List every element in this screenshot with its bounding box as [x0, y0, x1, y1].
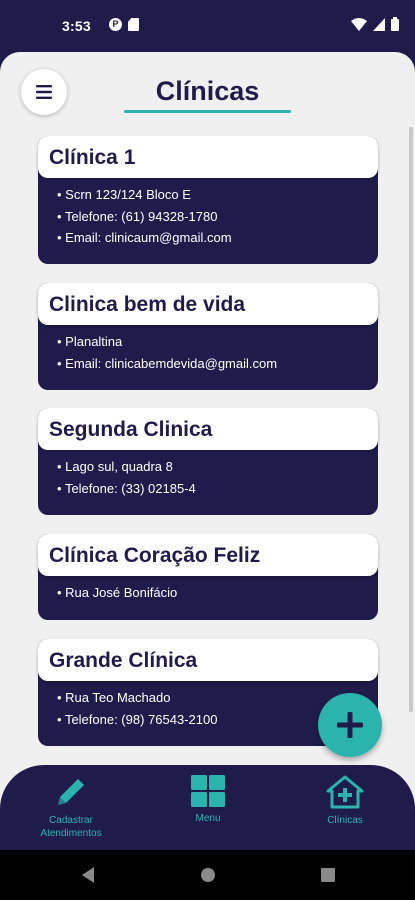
signal-icon	[373, 17, 385, 31]
clinic-name: Grande Clínica	[38, 639, 378, 681]
clinic-name: Clínica 1	[38, 136, 378, 178]
nav-label: Menu	[195, 813, 221, 824]
clinic-phone: Telefone: (61) 94328-1780	[57, 206, 232, 228]
clinic-email: Email: clinicaum@gmail.com	[57, 227, 231, 249]
nav-label: Cadastrar Atendimentos	[40, 815, 102, 839]
system-navigation-bar	[0, 850, 415, 900]
clinic-card[interactable]: Clínica 1 Scrn 123/124 Bloco E Telefone:…	[38, 136, 378, 264]
clinic-address: Rua José Bonifácio	[57, 582, 177, 604]
back-icon[interactable]	[80, 866, 96, 884]
clinic-address: Planaltina	[57, 331, 277, 353]
nav-label: Clínicas	[327, 815, 363, 826]
clinic-address: Lago sul, quadra 8	[57, 456, 196, 478]
clinic-phone: Telefone: (33) 02185-4	[57, 478, 196, 500]
battery-icon	[391, 17, 399, 31]
clinic-name: Segunda Clinica	[38, 408, 378, 450]
clinic-phone: Telefone: (98) 76543-2100	[57, 709, 218, 731]
clinic-email: Email: clinicabemdevida@gmail.com	[57, 353, 277, 375]
title-underline	[124, 110, 291, 113]
nav-menu[interactable]: Menu	[168, 775, 248, 825]
scrollbar[interactable]	[409, 127, 413, 712]
clinic-card[interactable]: Clínica Coração Feliz Rua José Bonifácio	[38, 534, 378, 620]
sd-card-icon	[128, 18, 139, 31]
home-icon[interactable]	[200, 867, 216, 883]
clinic-address: Scrn 123/124 Bloco E	[57, 184, 232, 206]
recents-icon[interactable]	[320, 867, 336, 883]
page-title: Clínicas	[155, 76, 260, 106]
clinic-house-icon	[326, 775, 364, 809]
wifi-icon	[351, 18, 367, 31]
clinic-name: Clínica Coração Feliz	[38, 534, 378, 576]
plus-icon	[337, 712, 363, 738]
notification-icon: P	[109, 18, 122, 31]
clinic-card[interactable]: Segunda Clinica Lago sul, quadra 8 Telef…	[38, 408, 378, 515]
status-bar: 3:53 P	[0, 0, 415, 52]
clinic-address: Rua Teo Machado	[57, 687, 217, 709]
nav-cadastrar-atendimentos[interactable]: Cadastrar Atendimentos	[22, 775, 120, 840]
clinic-card[interactable]: Clinica bem de vida Planaltina Email: cl…	[38, 283, 378, 390]
main-content[interactable]: Clínicas Clínica 1 Scrn 123/124 Bloco E …	[0, 52, 415, 850]
pencil-icon	[58, 779, 84, 805]
clinic-name: Clinica bem de vida	[38, 283, 378, 325]
add-clinic-button[interactable]	[318, 693, 382, 757]
bottom-navigation: Cadastrar Atendimentos Menu Clínicas	[0, 765, 415, 850]
grid-icon	[191, 775, 225, 807]
nav-clinicas[interactable]: Clínicas	[305, 775, 385, 827]
status-time: 3:53	[62, 18, 91, 34]
